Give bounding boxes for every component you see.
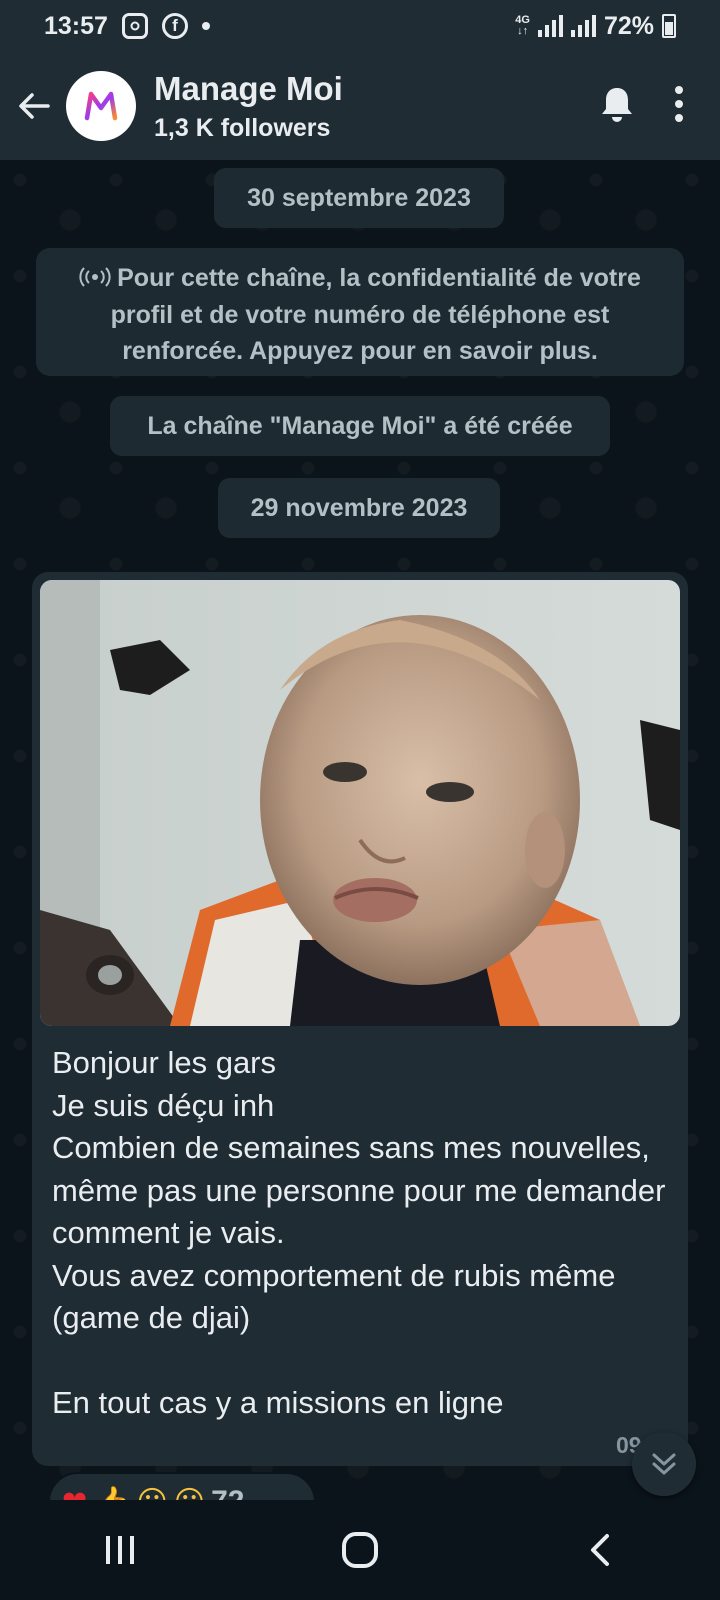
more-options-button[interactable] bbox=[674, 85, 684, 128]
thumbs-up-emoji-icon: 👍 bbox=[93, 1485, 130, 1501]
chevron-left-icon bbox=[591, 1534, 609, 1566]
grin-emoji-icon: ☺ bbox=[137, 1485, 168, 1501]
broadcast-icon bbox=[79, 261, 111, 297]
signal-icon bbox=[537, 15, 563, 37]
heart-emoji-icon: ❤ bbox=[62, 1485, 87, 1501]
network-type: 4G ↓↑ bbox=[515, 14, 530, 37]
channel-logo-icon bbox=[84, 91, 118, 121]
message-text: Bonjour les gars Je suis déçu inh Combie… bbox=[52, 1045, 666, 1420]
back-arrow-icon bbox=[19, 93, 50, 119]
double-chevron-down-icon bbox=[652, 1453, 676, 1475]
message-image[interactable] bbox=[40, 580, 680, 1026]
follower-count: 1,3 K followers bbox=[154, 113, 331, 142]
battery-icon bbox=[662, 14, 676, 38]
reaction-count: 72 bbox=[211, 1485, 244, 1500]
scroll-to-bottom-button[interactable] bbox=[632, 1432, 696, 1496]
channel-created-notice: La chaîne "Manage Moi" a été créée bbox=[110, 396, 610, 456]
bell-icon bbox=[602, 87, 632, 122]
pensive-emoji-icon: ☹ bbox=[174, 1485, 205, 1501]
channel-title-block[interactable]: Manage Moi 1,3 K followers bbox=[154, 70, 343, 143]
system-navigation-bar bbox=[0, 1500, 720, 1600]
battery-percent: 72% bbox=[603, 11, 654, 40]
channel-name: Manage Moi bbox=[154, 69, 343, 107]
status-time: 13:57 bbox=[44, 11, 108, 40]
chat-area[interactable]: 30 septembre 2023 Pour cette chaîne, la … bbox=[0, 160, 720, 1500]
back-button[interactable] bbox=[2, 74, 66, 138]
notification-dot-icon bbox=[201, 22, 210, 30]
status-bar: 13:57 f 4G ↓↑ 72% bbox=[0, 0, 720, 52]
channel-header: Manage Moi 1,3 K followers bbox=[0, 52, 720, 160]
notifications-button[interactable] bbox=[600, 85, 634, 128]
facebook-icon: f bbox=[161, 13, 188, 39]
instagram-icon bbox=[121, 13, 148, 39]
recent-apps-icon bbox=[106, 1536, 134, 1564]
nav-back-button[interactable] bbox=[550, 1510, 650, 1590]
signal-icon-2 bbox=[570, 15, 596, 37]
date-separator-2: 29 novembre 2023 bbox=[218, 478, 500, 538]
home-button[interactable] bbox=[310, 1510, 410, 1590]
home-icon bbox=[342, 1532, 378, 1568]
channel-avatar[interactable] bbox=[66, 71, 136, 141]
date-separator-1: 30 septembre 2023 bbox=[214, 168, 504, 228]
reactions-bar[interactable]: ❤ 👍 ☺ ☹ 72 bbox=[48, 1472, 316, 1500]
privacy-notice-text: Pour cette chaîne, la confidentialité de… bbox=[110, 264, 641, 366]
more-vertical-icon bbox=[675, 85, 683, 122]
recent-apps-button[interactable] bbox=[70, 1510, 170, 1590]
privacy-notice[interactable]: Pour cette chaîne, la confidentialité de… bbox=[36, 248, 684, 376]
message-bubble[interactable]: Bonjour les gars Je suis déçu inh Combie… bbox=[32, 572, 688, 1466]
